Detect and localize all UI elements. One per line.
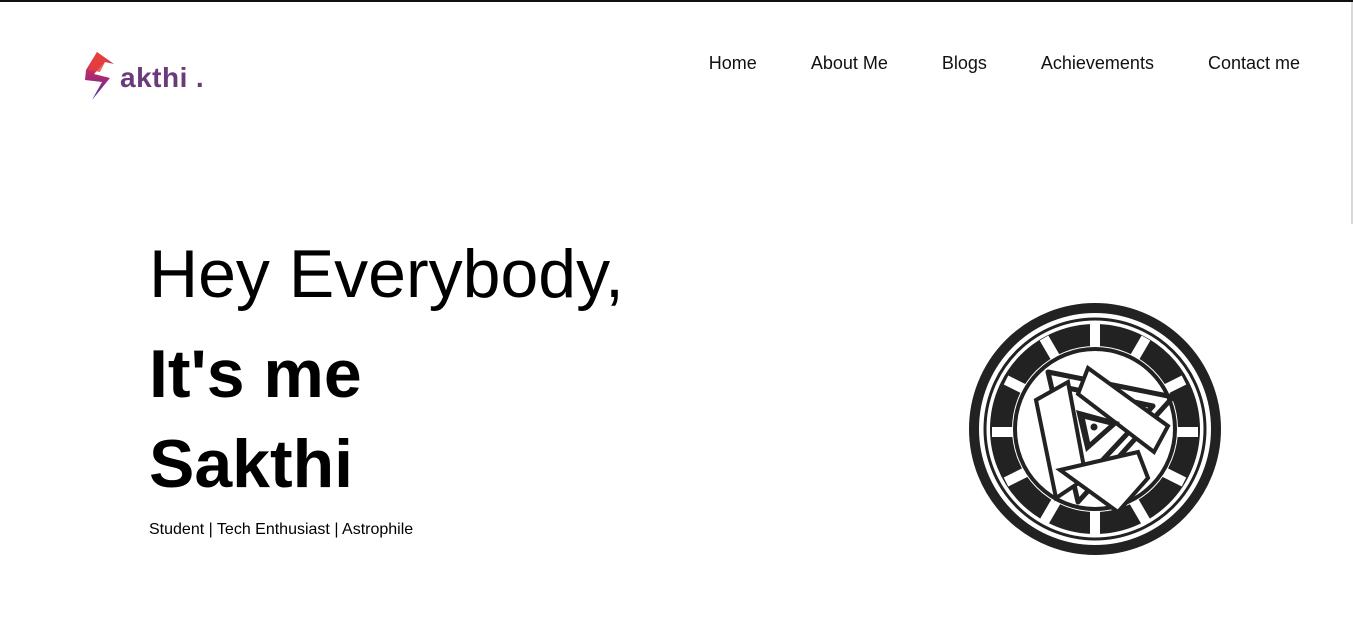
nav-contact-me[interactable]: Contact me — [1208, 52, 1300, 74]
logo-text: akthi — [120, 62, 188, 93]
hero-tagline: Student | Tech Enthusiast | Astrophile — [149, 521, 414, 538]
logo-dot: . — [195, 62, 204, 93]
arc-reactor-icon — [969, 303, 1221, 555]
lightning-s-icon — [85, 52, 114, 100]
hero-name: Sakthi — [149, 426, 354, 502]
site-logo[interactable]: akthi . — [80, 50, 204, 102]
nav-about-me[interactable]: About Me — [811, 52, 888, 74]
nav-home[interactable]: Home — [709, 52, 757, 74]
hero: Hey Everybody, It's me Sakthi Student | … — [149, 234, 624, 540]
nav-blogs[interactable]: Blogs — [942, 52, 987, 74]
hero-intro: It's me — [149, 336, 362, 412]
hero-greeting: Hey Everybody, — [149, 236, 624, 312]
main-nav: Home About Me Blogs Achievements Contact… — [709, 52, 1300, 74]
page: akthi . Home About Me Blogs Achievements… — [0, 0, 1353, 642]
nav-achievements[interactable]: Achievements — [1041, 52, 1154, 74]
